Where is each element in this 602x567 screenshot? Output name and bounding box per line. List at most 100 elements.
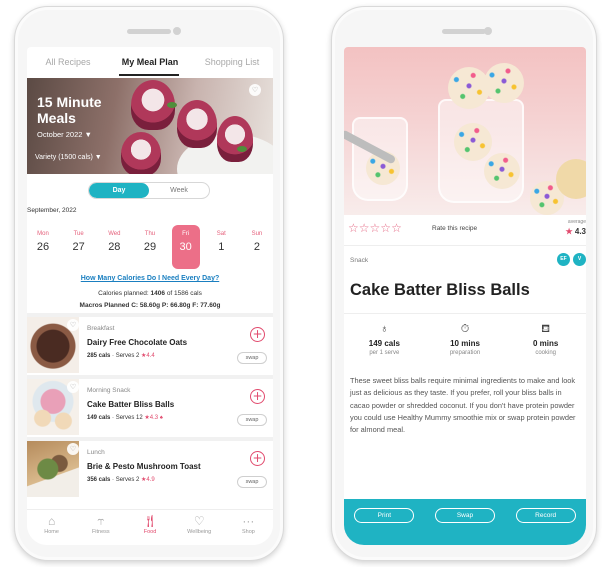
stat-label: per 1 serve: [369, 350, 400, 356]
day-date: 2: [253, 241, 260, 253]
month-label: October 2022: [37, 130, 83, 139]
meal-card-breakfast[interactable]: ♡ Breakfast Dairy Free Chocolate Oats 28…: [27, 313, 273, 373]
nav-label: Fitness: [91, 529, 110, 535]
tab-all-recipes[interactable]: All Recipes: [27, 47, 109, 77]
day-name: Sat: [216, 231, 226, 237]
swap-button[interactable]: swap: [237, 352, 267, 364]
meal-name[interactable]: Brie & Pesto Mushroom Toast: [87, 462, 201, 471]
day-sat[interactable]: Sat 1: [207, 225, 235, 269]
phone-speaker: [442, 29, 486, 34]
meal-name[interactable]: Dairy Free Chocolate Oats: [87, 338, 187, 347]
egg-free-badge: EF: [557, 253, 570, 266]
stat-calories: ♁ 149 cals per 1 serve: [344, 323, 425, 373]
stat-cook-time: ⛾ 0 mins cooking: [505, 323, 586, 373]
meal-card-morning-snack[interactable]: ♡ Morning Snack Cake Batter Bliss Balls …: [27, 375, 273, 435]
star-outline-icon[interactable]: ☆: [391, 221, 402, 235]
recipe-stats: ♁ 149 cals per 1 serve ⏱︎ 10 mins prepar…: [344, 323, 586, 373]
macros-planned: Macros Planned C: 58.60g P: 66.80g F: 77…: [79, 302, 221, 309]
meal-info: 285 cals · Serves 2 ★4.4: [87, 352, 155, 359]
meal-cals: 356 cals: [87, 477, 111, 483]
print-button[interactable]: Print: [354, 508, 415, 523]
meal-serves: · Serves 12: [112, 415, 143, 421]
star-outline-icon[interactable]: ☆: [370, 221, 381, 235]
plus-icon: +: [252, 327, 263, 341]
phone-right: ☆☆☆☆☆ Rate this recipe average ★ 4.3 Sna…: [331, 6, 597, 561]
stat-value: 149 cals: [368, 339, 400, 348]
bliss-ball-image: [484, 63, 524, 103]
nav-label: Food: [143, 529, 157, 535]
swap-button[interactable]: swap: [237, 476, 267, 488]
top-tabs: All Recipes My Meal Plan Shopping List: [27, 47, 273, 77]
meal-type: Breakfast: [87, 325, 115, 332]
swap-button[interactable]: swap: [237, 414, 267, 426]
day-tue[interactable]: Tue 27: [65, 225, 93, 269]
star-outline-icon[interactable]: ☆: [359, 221, 370, 235]
day-name: Fri: [182, 231, 190, 237]
heart-hand-icon: ♡: [193, 514, 205, 528]
hero-dessert-image: [121, 132, 161, 174]
recipe-hero-image: [344, 47, 586, 215]
day-fri[interactable]: Fri 30: [171, 225, 200, 269]
star-outline-icon[interactable]: ☆: [348, 221, 359, 235]
home-icon: ⌂: [47, 514, 56, 528]
add-meal-button[interactable]: +: [250, 327, 265, 342]
day-thu[interactable]: Thu 29: [136, 225, 164, 269]
meal-type: Morning Snack: [87, 387, 131, 394]
plus-icon: +: [252, 451, 263, 465]
stat-value: 0 mins: [533, 339, 559, 348]
calories-planned-label: Calories planned:: [98, 290, 149, 297]
pot-icon: ⛾: [541, 323, 551, 335]
stat-label: cooking: [535, 350, 557, 356]
day-sun[interactable]: Sun 2: [243, 225, 271, 269]
hero-leaf-image: [237, 146, 247, 152]
meal-rating: ★4.9: [141, 477, 155, 483]
meal-card-lunch[interactable]: ♡ Lunch Brie & Pesto Mushroom Toast 356 …: [27, 437, 273, 497]
meal-serves: · Serves 2: [112, 477, 140, 483]
meal-rating: ★4.3 ♠: [144, 415, 163, 421]
add-meal-button[interactable]: +: [250, 389, 265, 404]
heart-icon[interactable]: ♡: [67, 319, 79, 331]
recipe-action-bar: Print Swap Record: [344, 499, 586, 545]
day-mon[interactable]: Mon 26: [29, 225, 57, 269]
stage: All Recipes My Meal Plan Shopping List ♡…: [0, 0, 602, 567]
hero-title: 15 Minute Meals: [37, 94, 102, 126]
rate-stars[interactable]: ☆☆☆☆☆: [348, 221, 402, 235]
add-meal-button[interactable]: +: [250, 451, 265, 466]
heart-icon[interactable]: ♡: [67, 381, 79, 393]
star-outline-icon[interactable]: ☆: [380, 221, 391, 235]
meal-plan-hero[interactable]: ♡ 15 Minute Meals October 2022 ▼ Variety…: [27, 78, 273, 174]
nav-food[interactable]: 🍴︎ Food: [125, 510, 174, 545]
stat-label: preparation: [449, 350, 481, 356]
average-value: 4.3: [574, 227, 586, 236]
meal-cals: 285 cals: [87, 353, 111, 359]
active-tab-indicator: [119, 74, 179, 76]
day-name: Wed: [108, 231, 121, 237]
tab-shopping-list[interactable]: Shopping List: [191, 47, 273, 77]
meal-name[interactable]: Cake Batter Bliss Balls: [87, 400, 174, 409]
plus-icon: +: [252, 389, 263, 403]
divider: [344, 313, 586, 314]
average-rating: ★ 4.3: [565, 227, 586, 236]
day-wed[interactable]: Wed 28: [100, 225, 128, 269]
record-button[interactable]: Record: [515, 508, 576, 523]
day-date: 27: [72, 241, 85, 253]
heart-icon[interactable]: ♡: [249, 84, 261, 96]
hero-dessert-image: [177, 100, 217, 148]
heart-icon[interactable]: ♡: [67, 443, 79, 455]
toggle-week[interactable]: Week: [149, 183, 209, 198]
nav-fitness[interactable]: ⥾ Fitness: [76, 510, 125, 545]
rate-recipe-label: Rate this recipe: [432, 225, 478, 232]
swap-recipe-button[interactable]: Swap: [434, 508, 495, 523]
calorie-info-link[interactable]: How Many Calories Do I Need Every Day?: [27, 275, 273, 282]
nav-home[interactable]: ⌂ Home: [27, 510, 76, 545]
month-selector[interactable]: October 2022 ▼: [37, 130, 92, 139]
nav-shop[interactable]: ··· Shop: [224, 510, 273, 545]
recipe-description: These sweet bliss balls require minimal …: [350, 376, 576, 435]
meal-serves: · Serves 2: [112, 353, 140, 359]
nav-wellbeing[interactable]: ♡ Wellbeing: [175, 510, 224, 545]
variety-selector[interactable]: Variety (1500 cals) ▼: [35, 154, 102, 161]
meal-info: 356 cals · Serves 2 ★4.9: [87, 476, 155, 483]
rating-row: ☆☆☆☆☆ Rate this recipe average ★ 4.3: [348, 219, 586, 239]
toggle-day[interactable]: Day: [89, 183, 149, 198]
tab-my-meal-plan[interactable]: My Meal Plan: [109, 47, 191, 77]
